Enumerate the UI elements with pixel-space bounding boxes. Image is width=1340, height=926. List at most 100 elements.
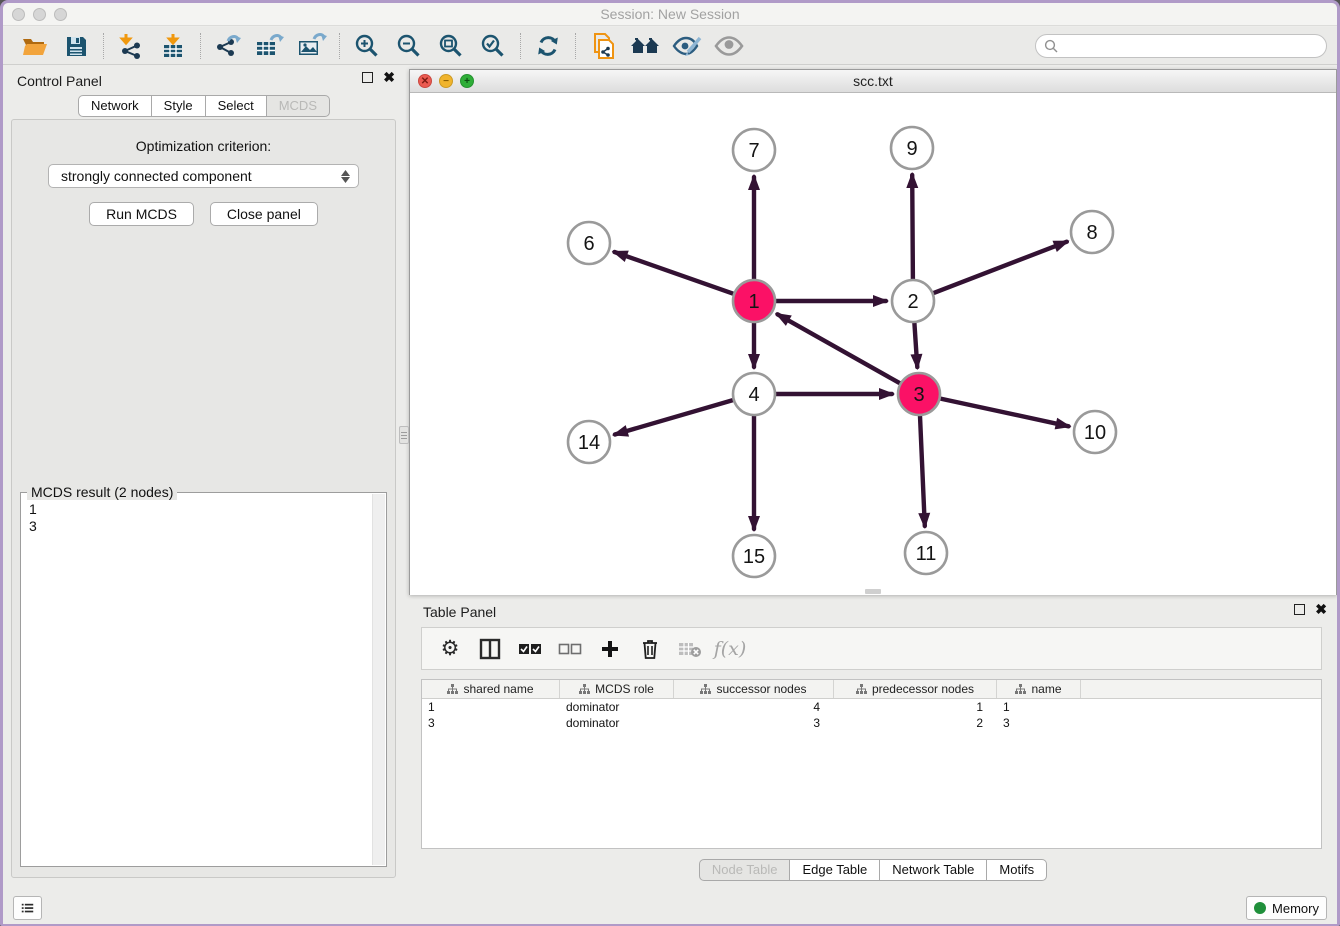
export-network-icon[interactable] (207, 30, 249, 62)
close-panel-icon[interactable]: ✖ (383, 72, 395, 83)
network-window-title: scc.txt (410, 73, 1336, 89)
graph-node-8[interactable]: 8 (1071, 211, 1113, 253)
tab-node-table[interactable]: Node Table (699, 859, 791, 881)
table-row[interactable]: 1dominator411 (422, 699, 1321, 715)
edge-4-14[interactable] (615, 400, 733, 434)
svg-text:4: 4 (748, 384, 759, 406)
tab-select[interactable]: Select (206, 95, 267, 117)
svg-text:8: 8 (1086, 222, 1097, 244)
tab-mcds[interactable]: MCDS (267, 95, 330, 117)
mcds-result-line: 3 (29, 518, 378, 535)
zoom-selected-icon[interactable] (472, 30, 514, 62)
edge-2-8[interactable] (934, 242, 1067, 293)
tab-style[interactable]: Style (152, 95, 206, 117)
deselect-checkboxes-icon[interactable] (552, 632, 588, 666)
edge-3-11[interactable] (920, 416, 925, 526)
export-table-icon[interactable] (249, 30, 291, 62)
edge-3-10[interactable] (941, 399, 1069, 427)
criterion-select[interactable]: strongly connected component (48, 164, 359, 188)
function-icon[interactable]: f(x) (712, 632, 748, 666)
cell-predecessor-nodes[interactable]: 1 (834, 699, 997, 715)
graph-node-6[interactable]: 6 (568, 222, 610, 264)
float-panel-icon[interactable] (362, 72, 373, 83)
tab-network-table[interactable]: Network Table (880, 859, 987, 881)
svg-text:15: 15 (743, 546, 765, 568)
svg-text:10: 10 (1084, 422, 1106, 444)
graph-node-14[interactable]: 14 (568, 421, 610, 463)
cell-successor-nodes[interactable]: 3 (674, 715, 834, 731)
cell-name[interactable]: 3 (997, 715, 1081, 731)
add-row-icon[interactable] (592, 632, 628, 666)
table-row[interactable]: 3dominator323 (422, 715, 1321, 731)
split-view-icon[interactable] (472, 632, 508, 666)
folder-open-icon[interactable] (13, 30, 55, 62)
column-header-name[interactable]: name (997, 680, 1081, 698)
column-header-successor-nodes[interactable]: successor nodes (674, 680, 834, 698)
home-icon[interactable] (624, 30, 666, 62)
svg-text:11: 11 (916, 543, 937, 565)
graph-node-4[interactable]: 4 (733, 373, 775, 415)
svg-text:2: 2 (907, 291, 918, 313)
hierarchy-icon (856, 684, 867, 695)
search-input[interactable] (1063, 38, 1318, 53)
network-window-titlebar[interactable]: ✕ − + scc.txt (410, 70, 1336, 93)
node-table: shared nameMCDS rolesuccessor nodesprede… (421, 679, 1322, 849)
refresh-icon[interactable] (527, 30, 569, 62)
zoom-in-icon[interactable] (346, 30, 388, 62)
gear-icon[interactable]: ⚙ (432, 632, 468, 666)
run-mcds-button[interactable]: Run MCDS (89, 202, 194, 226)
eye-edit-icon[interactable] (666, 30, 708, 62)
column-header-shared-name[interactable]: shared name (422, 680, 560, 698)
export-image-icon[interactable] (291, 30, 333, 62)
graph-node-7[interactable]: 7 (733, 129, 775, 171)
cell-name[interactable]: 1 (997, 699, 1081, 715)
network-resize-grip[interactable] (865, 589, 881, 594)
float-table-panel-icon[interactable] (1294, 604, 1305, 615)
task-history-button[interactable] (13, 896, 42, 920)
tab-network[interactable]: Network (78, 95, 152, 117)
close-panel-button[interactable]: Close panel (210, 202, 318, 226)
tab-edge-table[interactable]: Edge Table (790, 859, 880, 881)
cell-MCDS-role[interactable]: dominator (560, 699, 674, 715)
graph-node-10[interactable]: 10 (1074, 411, 1116, 453)
copy-network-icon[interactable] (582, 30, 624, 62)
edge-2-3[interactable] (914, 323, 917, 367)
result-scrollbar[interactable] (372, 494, 385, 865)
memory-status-icon (1254, 902, 1266, 914)
column-header-MCDS-role[interactable]: MCDS role (560, 680, 674, 698)
graph-node-3[interactable]: 3 (898, 373, 940, 415)
zoom-fit-icon[interactable] (430, 30, 472, 62)
select-all-checkboxes-icon[interactable] (512, 632, 548, 666)
toolbar-separator (575, 33, 576, 59)
svg-text:3: 3 (913, 384, 924, 406)
window-title: Session: New Session (3, 6, 1337, 22)
cell-successor-nodes[interactable]: 4 (674, 699, 834, 715)
trash-icon[interactable] (632, 632, 668, 666)
graph-node-9[interactable]: 9 (891, 127, 933, 169)
list-icon (21, 901, 34, 915)
column-header-predecessor-nodes[interactable]: predecessor nodes (834, 680, 997, 698)
edge-2-9[interactable] (912, 175, 913, 279)
cell-predecessor-nodes[interactable]: 2 (834, 715, 997, 731)
network-canvas[interactable]: 7 9 6 8 1 2 4 3 14 10 15 11 (410, 93, 1336, 595)
graph-node-2[interactable]: 2 (892, 280, 934, 322)
network-view-window: ✕ − + scc.txt 7 9 6 8 1 2 4 3 14 10 15 11 (409, 69, 1337, 595)
cell-shared-name[interactable]: 3 (422, 715, 560, 731)
import-table-icon[interactable] (152, 30, 194, 62)
panel-splitter-grip[interactable] (399, 426, 409, 444)
edge-1-6[interactable] (615, 252, 734, 294)
tab-motifs[interactable]: Motifs (987, 859, 1047, 881)
cell-shared-name[interactable]: 1 (422, 699, 560, 715)
cell-MCDS-role[interactable]: dominator (560, 715, 674, 731)
memory-button[interactable]: Memory (1246, 896, 1327, 920)
zoom-out-icon[interactable] (388, 30, 430, 62)
eye-icon[interactable] (708, 30, 750, 62)
graph-node-11[interactable]: 11 (905, 532, 947, 574)
graph-node-15[interactable]: 15 (733, 535, 775, 577)
graph-node-1[interactable]: 1 (733, 280, 775, 322)
import-network-icon[interactable] (110, 30, 152, 62)
save-icon[interactable] (55, 30, 97, 62)
close-table-panel-icon[interactable]: ✖ (1315, 604, 1327, 615)
delete-table-icon[interactable] (672, 632, 708, 666)
edge-3-1[interactable] (778, 314, 900, 383)
